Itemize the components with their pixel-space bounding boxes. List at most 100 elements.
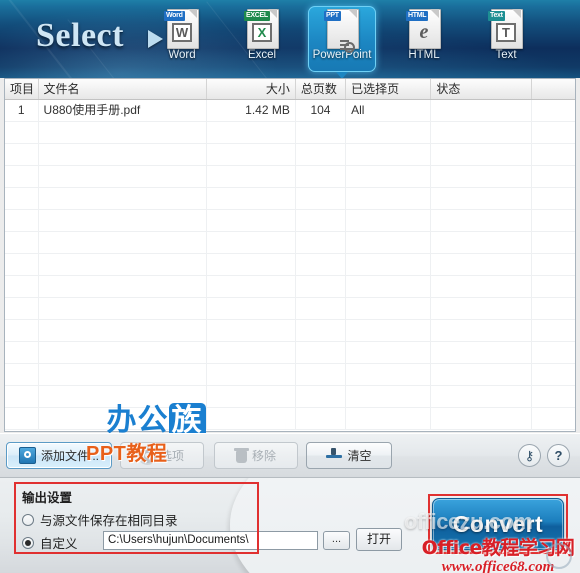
convert-label: Convert: [452, 510, 544, 537]
format-tab-text[interactable]: Text T Text: [472, 6, 540, 72]
open-folder-button[interactable]: 打开: [356, 528, 402, 551]
cell-empty: [532, 320, 575, 341]
table-row-empty[interactable]: [5, 232, 575, 254]
cell-empty: [296, 364, 347, 385]
cell-empty: [207, 122, 296, 143]
table-row-empty[interactable]: [5, 188, 575, 210]
options-button[interactable]: 选项: [120, 442, 204, 469]
cell-empty: [296, 298, 347, 319]
table-row-empty[interactable]: [5, 144, 575, 166]
cell-empty: [39, 210, 208, 231]
format-tab-label: HTML: [408, 49, 440, 61]
column-header-total-pages[interactable]: 总页数: [296, 79, 347, 99]
column-header-index[interactable]: 项目: [5, 79, 39, 99]
table-row-empty[interactable]: [5, 298, 575, 320]
cell-empty: [431, 364, 532, 385]
file-toolbar: 添加文件... 选项 移除 清空 ⚷ ?: [0, 433, 580, 478]
cell-empty: [346, 342, 432, 363]
cell-empty: [5, 166, 39, 187]
radio-same-as-source-indicator[interactable]: [22, 513, 34, 526]
cell-empty: [39, 188, 208, 209]
table-row-empty[interactable]: [5, 342, 575, 364]
format-tab-excel[interactable]: EXCEL X Excel: [228, 6, 296, 72]
browse-folder-button[interactable]: ...: [323, 531, 350, 550]
cell-empty: [5, 386, 39, 407]
cell-empty: [431, 342, 532, 363]
remove-button[interactable]: 移除: [214, 442, 298, 469]
table-row-empty[interactable]: [5, 276, 575, 298]
cell-empty: [346, 122, 432, 143]
text-file-icon: Text T: [488, 9, 523, 49]
output-path-value: C:\Users\hujun\Documents\: [108, 534, 249, 546]
output-settings-title: 输出设置: [22, 491, 73, 505]
help-glyph: ?: [554, 448, 563, 463]
cell-empty: [346, 320, 432, 341]
cell-empty: [39, 166, 208, 187]
output-path-input[interactable]: C:\Users\hujun\Documents\: [103, 531, 318, 550]
format-tab-word[interactable]: Word W Word: [148, 6, 216, 72]
radio-custom[interactable]: 自定义: [22, 533, 78, 552]
table-row-empty[interactable]: [5, 254, 575, 276]
radio-same-as-source[interactable]: 与源文件保存在相同目录: [22, 510, 178, 529]
column-header-size[interactable]: 大小: [207, 79, 296, 99]
cell-empty: [532, 210, 575, 231]
cell-empty: [431, 166, 532, 187]
table-row-empty[interactable]: [5, 210, 575, 232]
column-header-status[interactable]: 状态: [431, 79, 532, 99]
table-row-empty[interactable]: [5, 320, 575, 342]
cell-empty: [39, 122, 208, 143]
cell-empty: [207, 320, 296, 341]
cell-empty: [346, 188, 432, 209]
ppt-glyph: [332, 23, 355, 53]
format-tab-powerpoint[interactable]: PPT PowerPoint: [308, 6, 376, 78]
cell-empty: [39, 276, 208, 297]
table-row-empty[interactable]: [5, 408, 575, 430]
radio-custom-indicator[interactable]: [22, 536, 34, 549]
question-mark-icon[interactable]: ?: [547, 444, 570, 467]
table-row-empty[interactable]: [5, 122, 575, 144]
cell-size: 1.42 MB: [207, 100, 296, 121]
format-tab-html[interactable]: HTML e HTML: [390, 6, 458, 72]
cell-empty: [346, 276, 432, 297]
cell-empty: [296, 122, 347, 143]
table-row-empty[interactable]: [5, 386, 575, 408]
cell-empty: [5, 364, 39, 385]
column-header-selected-pages[interactable]: 已选择页: [346, 79, 432, 99]
cell-empty: [5, 188, 39, 209]
add-file-button[interactable]: 添加文件...: [6, 442, 112, 469]
cell-empty: [431, 254, 532, 275]
cell-empty: [431, 144, 532, 165]
column-header-extra[interactable]: [532, 79, 575, 99]
options-label: 选项: [159, 449, 184, 463]
html-file-icon: HTML e: [406, 9, 441, 49]
convert-button[interactable]: Convert: [432, 498, 564, 550]
cell-empty: [5, 122, 39, 143]
cell-empty: [296, 166, 347, 187]
cell-empty: [346, 144, 432, 165]
cell-empty: [5, 298, 39, 319]
key-icon[interactable]: ⚷: [518, 444, 541, 467]
pdf-converter-window: Select Word W Word EXCEL X Excel PPT Pow…: [0, 0, 580, 573]
cell-filename: U880使用手册.pdf: [39, 100, 208, 121]
cell-empty: [346, 364, 432, 385]
clear-button[interactable]: 清空: [306, 442, 392, 469]
cell-empty: [296, 210, 347, 231]
table-row[interactable]: 1 U880使用手册.pdf 1.42 MB 104 All: [5, 100, 575, 122]
cell-empty: [532, 364, 575, 385]
cell-empty: [532, 342, 575, 363]
cell-empty: [296, 188, 347, 209]
cell-empty: [207, 188, 296, 209]
clear-label: 清空: [347, 449, 372, 463]
column-header-filename[interactable]: 文件名: [39, 79, 208, 99]
cell-empty: [346, 232, 432, 253]
cell-empty: [39, 320, 208, 341]
cell-empty: [532, 144, 575, 165]
cell-empty: [39, 298, 208, 319]
format-tab-label: Excel: [247, 49, 277, 61]
cell-status: [431, 100, 532, 121]
file-list-table[interactable]: 项目 文件名 大小 总页数 已选择页 状态 1 U880使用手册.pdf 1.4…: [4, 78, 576, 457]
cell-empty: [5, 144, 39, 165]
table-row-empty[interactable]: [5, 364, 575, 386]
cell-empty: [5, 342, 39, 363]
table-row-empty[interactable]: [5, 166, 575, 188]
